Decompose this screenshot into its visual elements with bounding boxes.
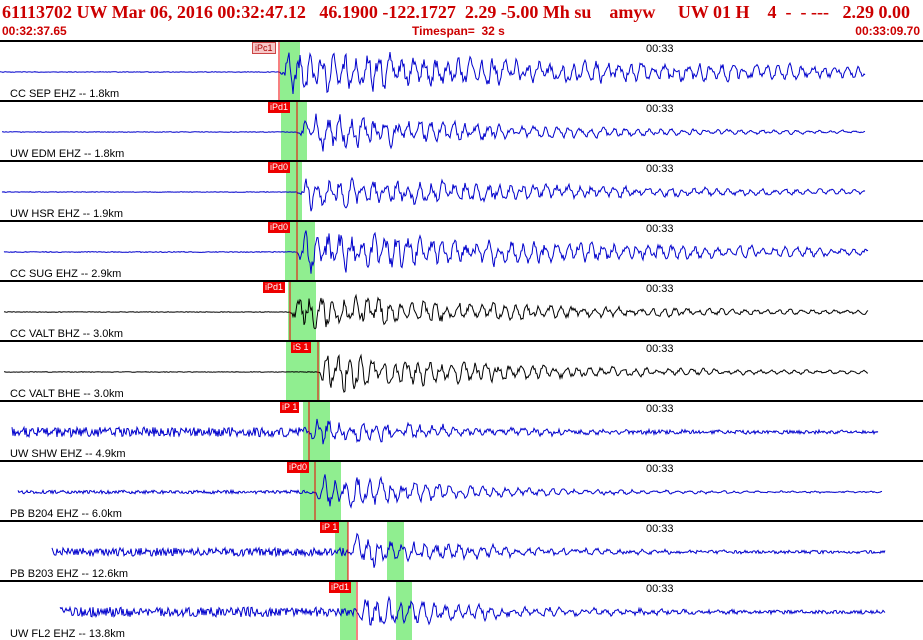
minute-tick-label: 00:33	[646, 583, 674, 595]
seismic-trace	[3, 353, 869, 394]
trace-panel[interactable]: iS 1 00:33 CC VALT BHE -- 3.0km	[0, 340, 923, 400]
station-label: CC VALT BHE -- 3.0km	[10, 388, 124, 400]
seismic-trace	[59, 595, 886, 626]
trace-panel[interactable]: iPd1 00:33 CC VALT BHZ -- 3.0km	[0, 280, 923, 340]
trace-canvas	[59, 582, 886, 640]
minute-tick-label: 00:33	[646, 523, 674, 535]
phase-pick-flag[interactable]: iPd0	[287, 462, 310, 473]
phase-pick-flag[interactable]: iPd0	[268, 162, 291, 173]
station-label: CC SUG EHZ -- 2.9km	[10, 268, 122, 280]
trace-canvas	[0, 42, 866, 100]
seismic-trace	[0, 51, 866, 95]
station-label: UW HSR EHZ -- 1.9km	[10, 208, 124, 220]
phase-pick-flag[interactable]: iS 1	[291, 342, 311, 353]
event-header: 61113702 UW Mar 06, 2016 00:32:47.12 46.…	[0, 0, 923, 40]
trace-panel[interactable]: iPd1 00:33 UW FL2 EHZ -- 13.8km	[0, 580, 923, 640]
trace-canvas	[3, 342, 869, 400]
phase-pick-flag[interactable]: iPd1	[263, 282, 286, 293]
pick-window	[328, 462, 341, 520]
trace-panel[interactable]: iPd1 00:33 UW EDM EHZ -- 1.8km	[0, 100, 923, 160]
station-label: UW EDM EHZ -- 1.8km	[10, 148, 125, 160]
start-time-label: 00:32:37.65	[2, 24, 67, 38]
station-label: PB B204 EHZ -- 6.0km	[10, 508, 122, 520]
seismic-trace	[3, 230, 869, 274]
pick-window	[318, 402, 330, 460]
phase-pick-flag[interactable]: iPd1	[329, 582, 352, 593]
trace-panel[interactable]: iPd0 00:33 CC SUG EHZ -- 2.9km	[0, 220, 923, 280]
minute-tick-label: 00:33	[646, 163, 674, 175]
trace-panel[interactable]: iP 1 00:33 UW SHW EHZ -- 4.9km	[0, 400, 923, 460]
phase-pick-flag[interactable]: iP 1	[320, 522, 340, 533]
trace-panel[interactable]: iPd0 00:33 UW HSR EHZ -- 1.9km	[0, 160, 923, 220]
station-label: CC VALT BHZ -- 3.0km	[10, 328, 124, 340]
end-time-label: 00:33:09.70	[855, 24, 920, 38]
seismic-trace	[11, 418, 879, 445]
event-title: 61113702 UW Mar 06, 2016 00:32:47.12 46.…	[2, 2, 910, 22]
seismic-trace	[1, 113, 866, 152]
seismic-trace	[17, 474, 883, 509]
station-label: PB B203 EHZ -- 12.6km	[10, 568, 128, 580]
seismic-trace	[51, 532, 886, 568]
trace-panel[interactable]: iP 1 00:33 PB B203 EHZ -- 12.6km	[0, 520, 923, 580]
minute-tick-label: 00:33	[646, 403, 674, 415]
trace-canvas	[3, 222, 869, 280]
pick-window	[387, 522, 404, 580]
seismic-trace	[1, 176, 866, 212]
station-label: UW SHW EHZ -- 4.9km	[10, 448, 126, 460]
station-label: UW FL2 EHZ -- 13.8km	[10, 628, 125, 640]
minute-tick-label: 00:33	[646, 43, 674, 55]
trace-canvas	[11, 402, 879, 460]
seismogram-panels: iPc1 00:33 CC SEP EHZ -- 1.8km iPd1 00:3…	[0, 40, 923, 640]
trace-canvas	[1, 162, 866, 220]
trace-canvas	[1, 102, 866, 160]
minute-tick-label: 00:33	[646, 343, 674, 355]
minute-tick-label: 00:33	[646, 283, 674, 295]
phase-pick-flag[interactable]: iPd1	[268, 102, 291, 113]
timespan-label: Timespan= 32 s	[412, 24, 505, 38]
trace-panel[interactable]: iPd0 00:33 PB B204 EHZ -- 6.0km	[0, 460, 923, 520]
minute-tick-label: 00:33	[646, 223, 674, 235]
phase-pick-flag[interactable]: iPd0	[268, 222, 291, 233]
trace-canvas	[17, 462, 883, 520]
phase-pick-flag[interactable]: iP 1	[280, 402, 300, 413]
seismic-trace	[3, 293, 869, 330]
phase-pick-flag[interactable]: iPc1	[252, 42, 276, 54]
station-label: CC SEP EHZ -- 1.8km	[10, 88, 120, 100]
trace-panel[interactable]: iPc1 00:33 CC SEP EHZ -- 1.8km	[0, 40, 923, 100]
minute-tick-label: 00:33	[646, 463, 674, 475]
minute-tick-label: 00:33	[646, 103, 674, 115]
trace-canvas	[3, 282, 869, 340]
trace-canvas	[51, 522, 886, 580]
